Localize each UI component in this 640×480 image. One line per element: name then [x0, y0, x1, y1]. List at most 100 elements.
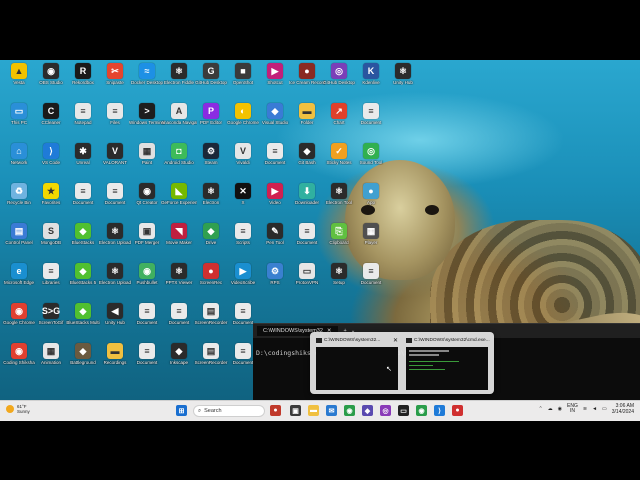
- app-icon[interactable]: ◆: [362, 405, 373, 416]
- desktop-icon[interactable]: ◉ Qt Creator: [132, 183, 162, 215]
- desktop-icon[interactable]: ≡ Document: [356, 263, 386, 295]
- desktop-icon[interactable]: ⚛ Electron Upload: [99, 263, 131, 295]
- start-icon[interactable]: ⊞: [176, 405, 187, 416]
- pinned-app-icon[interactable]: ●: [270, 405, 281, 416]
- vscode-icon[interactable]: ⟩: [434, 405, 445, 416]
- desktop-icon[interactable]: ⬇ Downloader: [292, 183, 322, 215]
- desktop-icon[interactable]: ⌂ Network: [4, 143, 34, 175]
- desktop-icon[interactable]: ≡ Scripts: [228, 223, 258, 255]
- desktop-icon[interactable]: S MongoDB: [36, 223, 66, 255]
- desktop-icon[interactable]: ⎘ Clipboard: [324, 223, 354, 255]
- desktop-icon[interactable]: V VALORANT: [100, 143, 130, 175]
- desktop-icon[interactable]: ◉ Pushbullet: [132, 263, 162, 295]
- desktop-icon[interactable]: ◆ Visual Studio: [260, 103, 290, 135]
- desktop-icon[interactable]: ⚛ Electron Upload: [99, 223, 131, 255]
- desktop-icon[interactable]: ▤ ScreenRecorder: [195, 303, 227, 335]
- desktop-icon[interactable]: ◆ BlueStacks: [68, 223, 98, 255]
- mail-icon[interactable]: ✉: [326, 405, 337, 416]
- volume-icon[interactable]: ◄: [592, 406, 597, 412]
- desktop-icon[interactable]: ⚛ Electron Fiddle: [164, 63, 194, 95]
- desktop-icon[interactable]: ⚛ Setup: [324, 263, 354, 295]
- github-icon[interactable]: ◎: [380, 405, 391, 416]
- desktop-icon[interactable]: ◆ Drive: [196, 223, 226, 255]
- desktop-icon[interactable]: ⚛ Electron Tool: [324, 183, 354, 215]
- desktop-icon[interactable]: ◎ GitHub Desktop: [323, 63, 355, 95]
- desktop-icon[interactable]: ▦ Player: [356, 223, 386, 255]
- terminal-taskbar-icon[interactable]: ▭: [398, 405, 409, 416]
- desktop-icon[interactable]: ✎ Pen Tool: [260, 223, 290, 255]
- desktop-icon[interactable]: ◉ Google Chrome: [3, 303, 35, 335]
- desktop-icon[interactable]: ◆ BlueStacks Multi: [66, 303, 100, 335]
- recorder-icon[interactable]: ●: [452, 405, 463, 416]
- desktop-icon[interactable]: ● ScreenRec: [196, 263, 226, 295]
- desktop-icon[interactable]: P PDF Editor: [196, 103, 226, 135]
- desktop-icon[interactable]: ● App: [356, 183, 386, 215]
- desktop-icon[interactable]: e Microsoft Edge: [4, 263, 34, 295]
- desktop-icon[interactable]: ≡ Files: [100, 103, 130, 135]
- desktop-icon[interactable]: ▲ Vesta: [4, 63, 34, 95]
- desktop-icon[interactable]: ▶ Video: [260, 183, 290, 215]
- desktop-icon[interactable]: ▶ Shotcut: [260, 63, 290, 95]
- desktop-icon[interactable]: ♻ Recycle Bin: [4, 183, 34, 215]
- desktop-icon[interactable]: ≡ Document: [164, 303, 194, 335]
- desktop-icon[interactable]: ▤ ScreenRecorder: [195, 343, 227, 375]
- desktop-icon[interactable]: ≡ Document: [132, 303, 162, 335]
- clock[interactable]: 3:06 AM 3/14/2024: [612, 403, 634, 415]
- desktop-icon[interactable]: ●Ice Cream Recorder: [289, 63, 325, 95]
- desktop-icon[interactable]: ⚙ RPS: [260, 263, 290, 295]
- desktop-icon[interactable]: ▬ Folder: [292, 103, 322, 135]
- desktop-icon[interactable]: ≡ Document: [356, 103, 386, 135]
- ubisoft-icon[interactable]: ◉: [558, 406, 562, 412]
- desktop-icon[interactable]: ▤ Control Panel: [4, 223, 34, 255]
- desktop-icon[interactable]: ⟩ VS Code: [36, 143, 66, 175]
- desktop-icon[interactable]: ⚛ Electron: [196, 183, 226, 215]
- desktop-icon[interactable]: ✱ Unreal: [68, 143, 98, 175]
- desktop-icon[interactable]: ■ OpenShot: [228, 63, 258, 95]
- desktop-icon[interactable]: ▣ PDF Merger: [132, 223, 162, 255]
- weather-widget[interactable]: 61°F Sunny: [6, 404, 30, 414]
- desktop-icon[interactable]: ✓ Sticky Notes: [324, 143, 354, 175]
- desktop-icon[interactable]: ◘ Android Studio: [164, 143, 194, 175]
- chrome-icon[interactable]: ◉: [416, 405, 427, 416]
- desktop-icon[interactable]: ◆ Inkscape: [164, 343, 194, 375]
- task-view-icon[interactable]: ▣: [290, 405, 301, 416]
- desktop-icon[interactable]: ◆ Git Bash: [292, 143, 322, 175]
- desktop-icon[interactable]: K Kdenlive: [356, 63, 386, 95]
- desktop-icon[interactable]: ◆ BlueStacks 5: [68, 263, 98, 295]
- desktop-icon[interactable]: ↗ Chart: [324, 103, 354, 135]
- desktop-icon[interactable]: ≈ Docker Desktop: [131, 63, 163, 95]
- desktop-icon[interactable]: ◉ Coding Shiksha: [3, 343, 35, 375]
- desktop-icon[interactable]: ▶ VideoScribe: [228, 263, 258, 295]
- desktop-icon[interactable]: ▦ Paint: [132, 143, 162, 175]
- desktop-icon[interactable]: ⚛ Unity Hub: [388, 63, 418, 95]
- chevron-up-icon[interactable]: ⌃: [538, 406, 542, 412]
- desktop-icon[interactable]: ◉ OBS Studio: [36, 63, 66, 95]
- desktop-icon[interactable]: > Windows Terminal: [129, 103, 165, 135]
- wifi-icon[interactable]: ≋: [583, 406, 587, 412]
- desktop-icon[interactable]: ▦ Animation: [36, 343, 66, 375]
- desktop-icon[interactable]: ◎ Sound Tool: [356, 143, 386, 175]
- battery-icon[interactable]: ▭: [602, 406, 607, 412]
- desktop-icon[interactable]: ⚙ Steam: [196, 143, 226, 175]
- desktop-icon[interactable]: V Vivaldi: [228, 143, 258, 175]
- desktop-icon[interactable]: ≡ Libraries: [36, 263, 66, 295]
- search-box[interactable]: ⌕ Search: [193, 405, 265, 417]
- desktop-icon[interactable]: ✕ X: [228, 183, 258, 215]
- desktop-icon[interactable]: ◥ Movie Maker: [164, 223, 194, 255]
- desktop-icon[interactable]: ◀ Unity Hub: [100, 303, 130, 335]
- desktop-icon[interactable]: ◐ Google Chrome: [227, 103, 259, 135]
- desktop-icon[interactable]: G GitHub Desktop: [195, 63, 227, 95]
- desktop-icon[interactable]: C CCleaner: [36, 103, 66, 135]
- desktop-icon[interactable]: ▭ ProtonVPN: [292, 263, 322, 295]
- language-indicator[interactable]: ENG IN: [567, 404, 578, 414]
- file-explorer-icon[interactable]: ▬: [308, 405, 319, 416]
- desktop-icon[interactable]: ≡ Document: [132, 343, 162, 375]
- window-preview-2[interactable]: C:\WINDOWS\system32\cmd.exe...: [404, 335, 490, 392]
- desktop-icon[interactable]: AAnaconda Navigator: [161, 103, 197, 135]
- cloud-icon[interactable]: ☁: [548, 406, 553, 412]
- desktop-icon[interactable]: ⚛ PPTX Viewer: [164, 263, 194, 295]
- desktop-icon[interactable]: ≡ Document: [260, 143, 290, 175]
- desktop-icon[interactable]: ◣GeForce Experience: [161, 183, 197, 215]
- desktop-icon[interactable]: ≡ Document: [292, 223, 322, 255]
- desktop-icon[interactable]: ◆ Battleground: [68, 343, 98, 375]
